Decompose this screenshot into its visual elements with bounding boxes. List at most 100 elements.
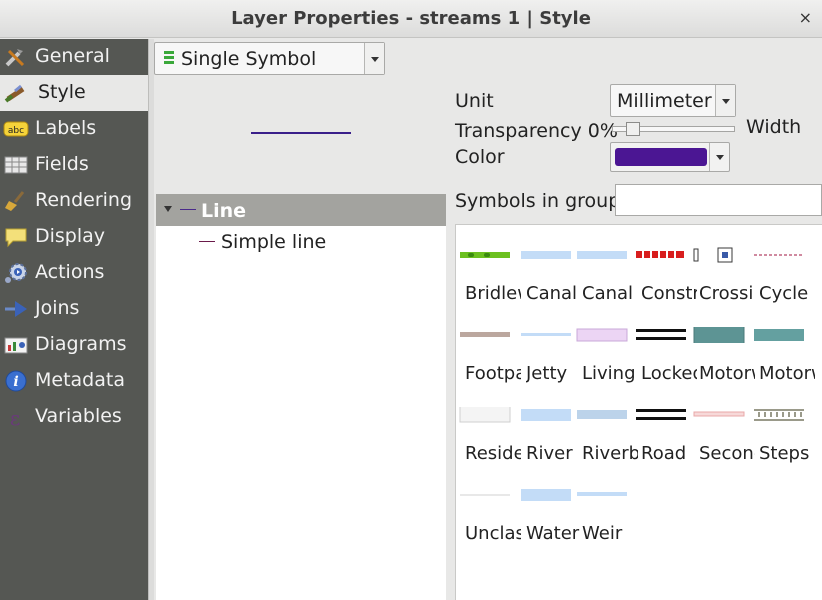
- symbol-item[interactable]: Residential: [456, 385, 521, 465]
- window-title: Layer Properties - streams 1 | Style: [231, 8, 591, 29]
- symbol-item-label: Weir: [582, 523, 623, 544]
- water-symbol-icon: [521, 489, 571, 501]
- symbol-item-label: Unclassified: [465, 523, 521, 544]
- sidebar-item-fields[interactable]: Fields: [0, 147, 148, 183]
- canal-symbol-icon: [577, 251, 627, 259]
- chevron-down-icon[interactable]: [709, 143, 729, 171]
- sidebar-item-label: Metadata: [35, 369, 125, 391]
- expand-triangle-icon[interactable]: [164, 206, 172, 212]
- sidebar-item-label: General: [35, 45, 110, 67]
- sidebar-item-label: Rendering: [35, 189, 133, 211]
- tree-item-simple-line[interactable]: Simple line: [156, 226, 446, 258]
- canal-symbol-icon: [521, 251, 571, 259]
- symbol-item[interactable]: Road: [632, 385, 690, 465]
- symbol-item-label: Cycle: [759, 283, 809, 304]
- sidebar-item-rendering[interactable]: Rendering: [0, 183, 148, 219]
- weir-symbol-icon: [577, 492, 627, 496]
- abc-label-icon: abc: [3, 121, 29, 137]
- bridleway-symbol-icon: [460, 252, 510, 258]
- symbol-group-input[interactable]: [615, 184, 822, 216]
- sidebar-item-diagrams[interactable]: Diagrams: [0, 327, 148, 363]
- transparency-label: Transparency 0%: [455, 120, 618, 142]
- sidebar-item-general[interactable]: General: [0, 39, 148, 75]
- slider-handle[interactable]: [626, 122, 640, 136]
- unit-label: Unit: [455, 90, 494, 112]
- riverbank-symbol-icon: [577, 410, 627, 419]
- line-symbol-icon: [180, 209, 196, 210]
- single-symbol-icon: [164, 51, 174, 64]
- sidebar-item-label: Joins: [35, 297, 80, 319]
- sidebar: General Style abc Labels Fields Renderin…: [0, 39, 148, 600]
- sidebar-item-actions[interactable]: Actions: [0, 255, 148, 291]
- symbol-item-label: Steps: [759, 443, 810, 464]
- sidebar-item-labels[interactable]: abc Labels: [0, 111, 148, 147]
- sidebar-item-label: Labels: [35, 117, 97, 139]
- symbol-item-label: Bridleway: [465, 283, 521, 304]
- symbol-item-label: Road: [641, 443, 687, 464]
- svg-text:i: i: [13, 374, 18, 390]
- sidebar-item-style[interactable]: Style: [0, 75, 148, 111]
- locked-symbol-icon: [636, 329, 686, 340]
- symbol-item[interactable]: River: [517, 385, 575, 465]
- sidebar-item-variables[interactable]: ε Variables: [0, 399, 148, 435]
- sidebar-item-label: Actions: [35, 261, 105, 283]
- symbol-item[interactable]: Secondary: [690, 385, 755, 465]
- symbol-item[interactable]: Footpath: [456, 305, 521, 385]
- sidebar-item-metadata[interactable]: i Metadata: [0, 363, 148, 399]
- transparency-slider[interactable]: [612, 122, 735, 136]
- join-icon: [5, 301, 27, 317]
- symbol-item[interactable]: Unclassified: [456, 465, 521, 545]
- secondary-symbol-icon: [693, 411, 745, 417]
- symbol-item-label: Construction: [641, 283, 697, 304]
- svg-text:ε: ε: [10, 406, 20, 429]
- symbol-item[interactable]: Bridleway: [456, 225, 521, 305]
- unit-dropdown[interactable]: Millimeter: [610, 84, 736, 117]
- symbol-item[interactable]: Jetty: [517, 305, 575, 385]
- svg-text:abc: abc: [8, 126, 24, 136]
- symbol-item[interactable]: Steps: [750, 385, 809, 465]
- symbol-item-label: Residential: [465, 443, 521, 464]
- symbol-item[interactable]: Crossing: [690, 225, 755, 305]
- close-icon[interactable]: ×: [799, 8, 812, 27]
- renderer-type-dropdown[interactable]: Single Symbol: [154, 42, 385, 75]
- info-icon: i: [5, 370, 27, 392]
- crossing-symbol-icon: [693, 247, 733, 263]
- symbol-item[interactable]: Locked: [632, 305, 697, 385]
- sidebar-item-label: Fields: [35, 153, 89, 175]
- splitter[interactable]: [148, 39, 154, 600]
- chevron-down-icon[interactable]: [715, 85, 735, 116]
- symbol-item[interactable]: Water: [517, 465, 579, 545]
- color-picker-button[interactable]: [610, 142, 730, 172]
- unit-value: Millimeter: [617, 90, 712, 112]
- symbol-item[interactable]: Motorway: [690, 305, 755, 385]
- symbols-in-group-label: Symbols in group: [455, 190, 621, 212]
- sidebar-item-joins[interactable]: Joins: [0, 291, 148, 327]
- paintbrush-icon: [4, 84, 25, 103]
- symbol-item-label: Motorway: [699, 363, 755, 384]
- symbol-item[interactable]: Weir: [573, 465, 631, 545]
- chevron-down-icon[interactable]: [364, 43, 384, 74]
- symbol-item[interactable]: Canal: [517, 225, 577, 305]
- symbol-item[interactable]: Living: [573, 305, 636, 385]
- symbol-item[interactable]: Canal: [573, 225, 633, 305]
- symbol-item[interactable]: Motorway: [750, 305, 815, 385]
- sidebar-item-label: Display: [35, 225, 106, 247]
- speech-bubble-icon: [5, 228, 27, 248]
- symbol-item[interactable]: Cycle: [750, 225, 808, 305]
- broom-icon: [5, 191, 25, 211]
- symbol-item-label: Footpath: [465, 363, 521, 384]
- tree-item-label: Simple line: [221, 231, 327, 253]
- epsilon-icon: ε: [10, 406, 20, 429]
- symbol-item[interactable]: Construction: [632, 225, 697, 305]
- tools-icon: [5, 49, 25, 67]
- symbol-item-label: Secondary: [699, 443, 755, 464]
- symbol-item-label: Living: [582, 363, 636, 384]
- tree-item-line[interactable]: Line: [156, 194, 446, 226]
- simple-line-icon: [199, 241, 215, 242]
- symbol-item[interactable]: Riverbank: [573, 385, 638, 465]
- sidebar-item-label: Variables: [35, 405, 122, 427]
- motorway2-symbol-icon: [754, 329, 804, 341]
- sidebar-item-display[interactable]: Display: [0, 219, 148, 255]
- gear-play-icon: [5, 263, 27, 283]
- symbol-preview: [251, 132, 351, 134]
